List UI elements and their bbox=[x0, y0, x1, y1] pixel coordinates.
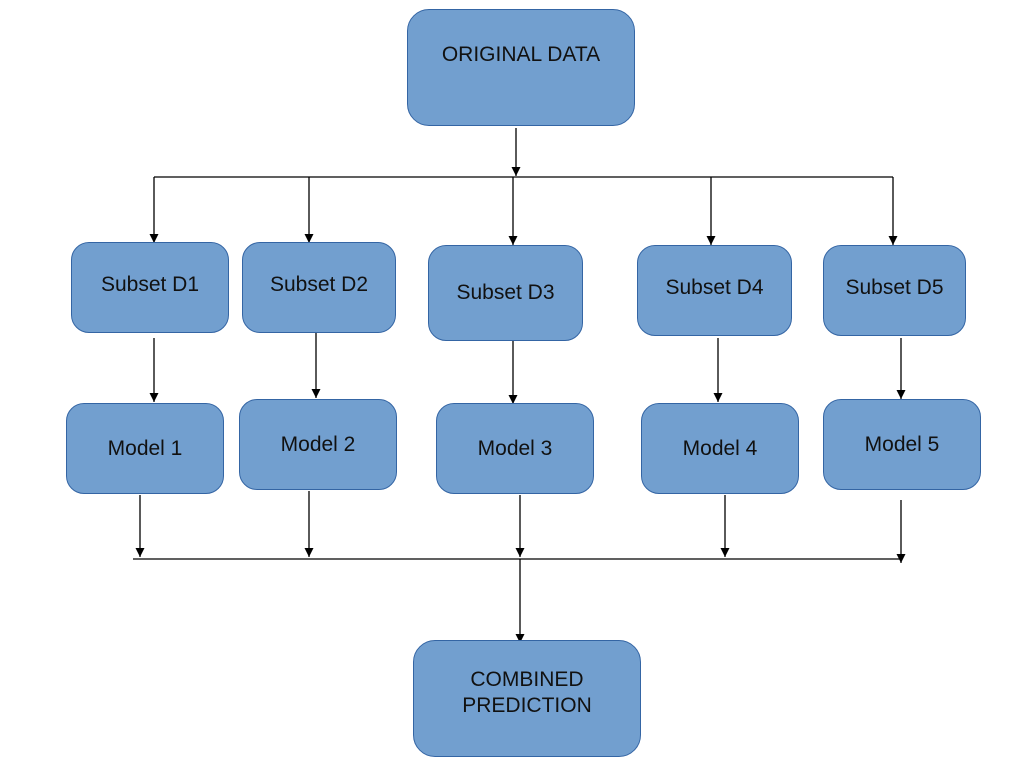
node-label: Model 5 bbox=[864, 432, 940, 456]
node-original-data[interactable]: ORIGINAL DATA bbox=[407, 9, 635, 126]
node-model-4[interactable]: Model 4 bbox=[641, 403, 799, 494]
node-subset-d5[interactable]: Subset D5 bbox=[823, 245, 966, 336]
node-subset-d1[interactable]: Subset D1 bbox=[71, 242, 229, 333]
node-label: Model 2 bbox=[280, 432, 356, 456]
node-subset-d4[interactable]: Subset D4 bbox=[637, 245, 792, 336]
node-label: Subset D2 bbox=[269, 272, 369, 296]
node-model-2[interactable]: Model 2 bbox=[239, 399, 397, 490]
node-label: Model 1 bbox=[107, 436, 183, 460]
node-label: Model 4 bbox=[682, 436, 758, 460]
node-label: ORIGINAL DATA bbox=[441, 43, 601, 66]
node-subset-d3[interactable]: Subset D3 bbox=[428, 245, 583, 341]
node-subset-d2[interactable]: Subset D2 bbox=[242, 242, 396, 333]
node-combined-prediction[interactable]: COMBINED PREDICTION bbox=[413, 640, 641, 757]
node-model-3[interactable]: Model 3 bbox=[436, 403, 594, 494]
node-model-5[interactable]: Model 5 bbox=[823, 399, 981, 490]
node-label: Model 3 bbox=[477, 436, 553, 460]
node-label: COMBINED PREDICTION bbox=[462, 667, 592, 717]
node-label: Subset D5 bbox=[845, 275, 944, 299]
node-model-1[interactable]: Model 1 bbox=[66, 403, 224, 494]
node-label: Subset D3 bbox=[456, 281, 555, 304]
node-label: Subset D4 bbox=[665, 275, 764, 299]
node-label: Subset D1 bbox=[100, 272, 200, 296]
